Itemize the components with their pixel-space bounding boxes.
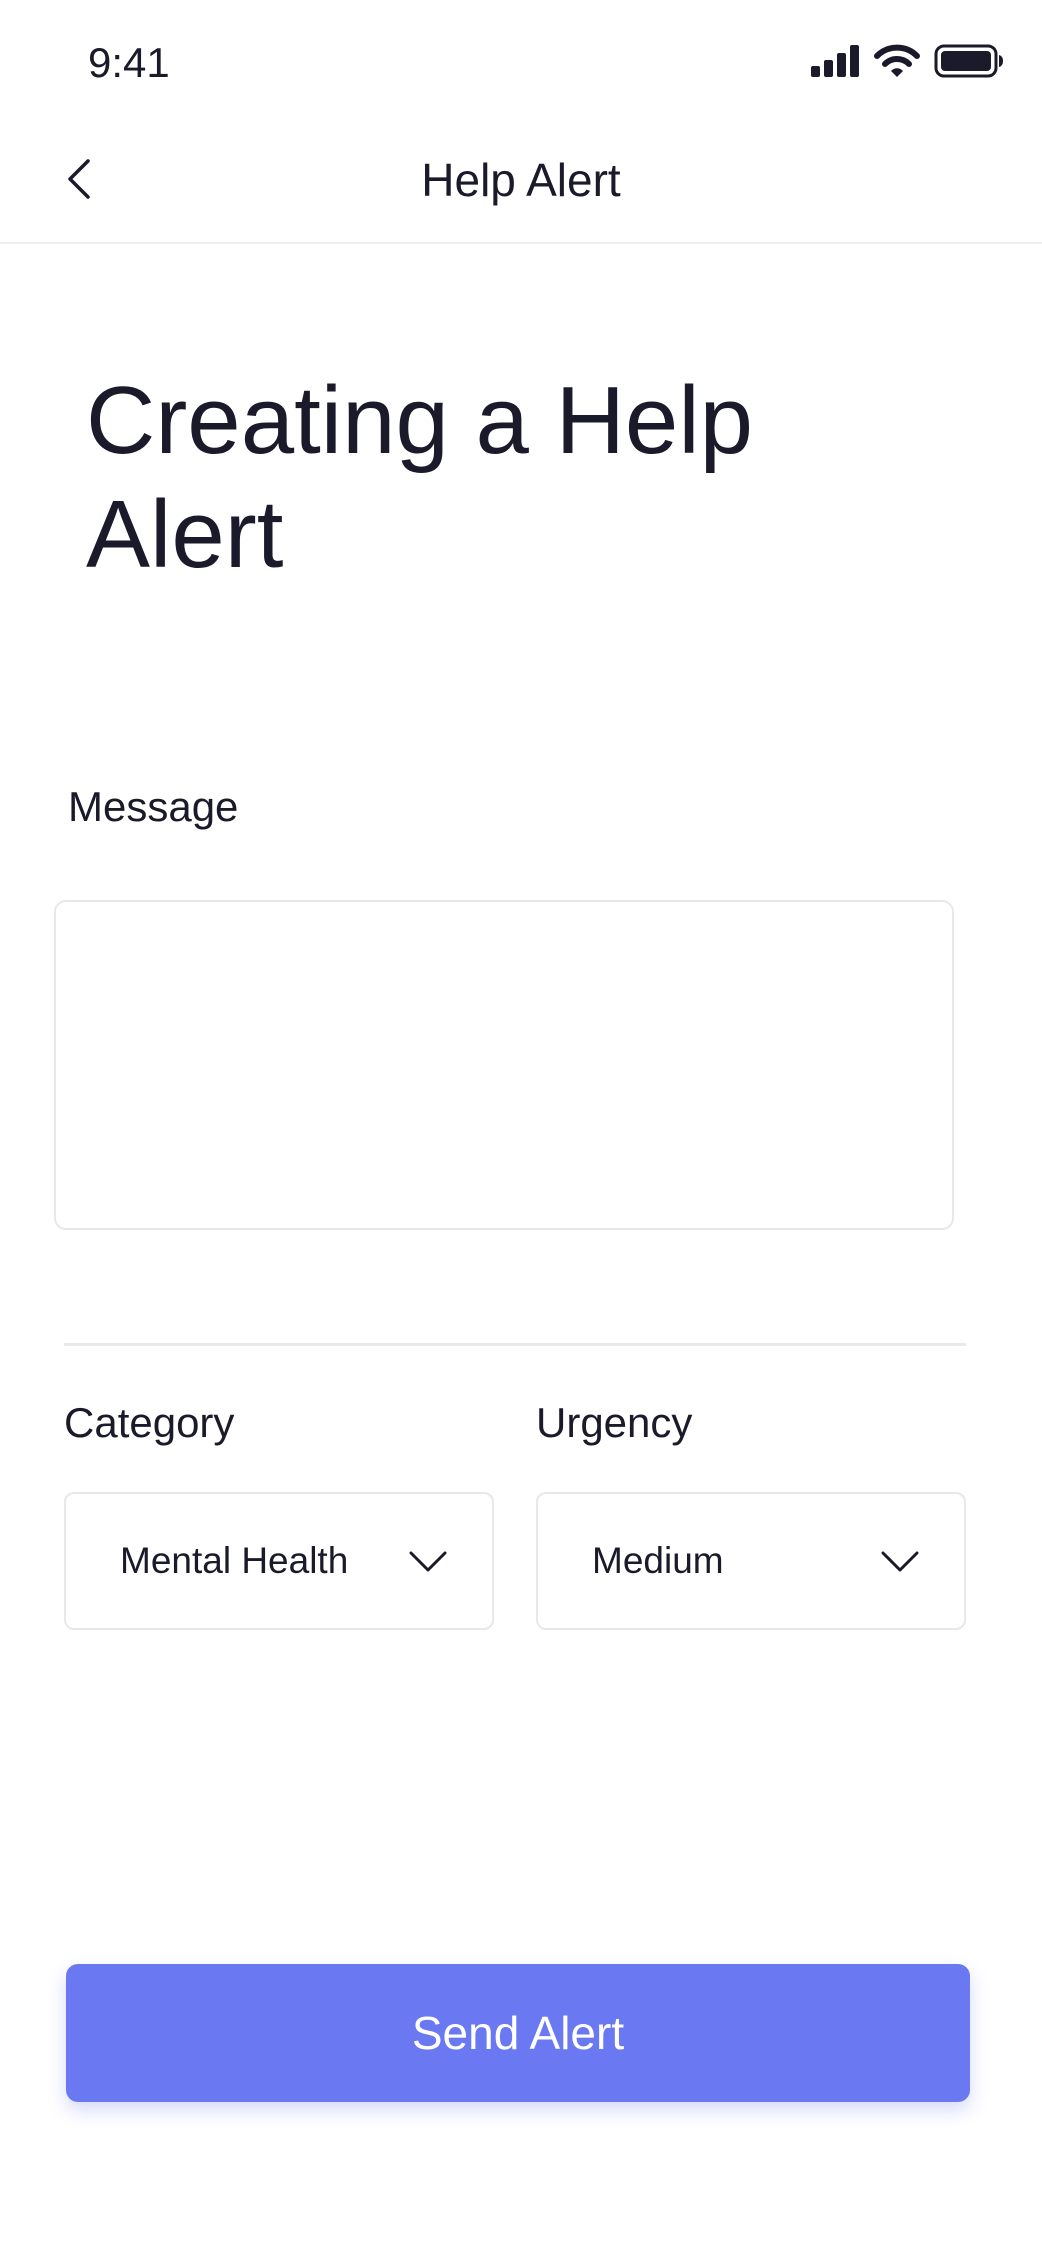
category-label: Category [64, 1399, 235, 1446]
page-title: Creating a Help Alert [86, 367, 754, 588]
urgency-label: Urgency [536, 1399, 693, 1446]
divider [64, 1343, 966, 1346]
cellular-signal-icon [810, 44, 860, 78]
message-label: Message [68, 783, 239, 830]
wifi-icon [874, 44, 920, 78]
message-input[interactable] [54, 900, 954, 1230]
send-alert-button[interactable]: Send Alert [66, 1964, 970, 2102]
status-bar: 9:41 [0, 0, 1042, 120]
chevron-down-icon [408, 1546, 448, 1576]
urgency-selected-value: Medium [592, 1540, 724, 1581]
nav-title: Help Alert [421, 154, 621, 206]
nav-bar: Help Alert [0, 120, 1042, 244]
status-icons [810, 44, 1004, 78]
status-time: 9:41 [88, 39, 170, 86]
urgency-select[interactable]: Medium [536, 1492, 966, 1630]
category-select[interactable]: Mental Health [64, 1492, 494, 1630]
chevron-down-icon [880, 1546, 920, 1576]
battery-icon [934, 44, 1004, 78]
category-selected-value: Mental Health [120, 1540, 349, 1581]
